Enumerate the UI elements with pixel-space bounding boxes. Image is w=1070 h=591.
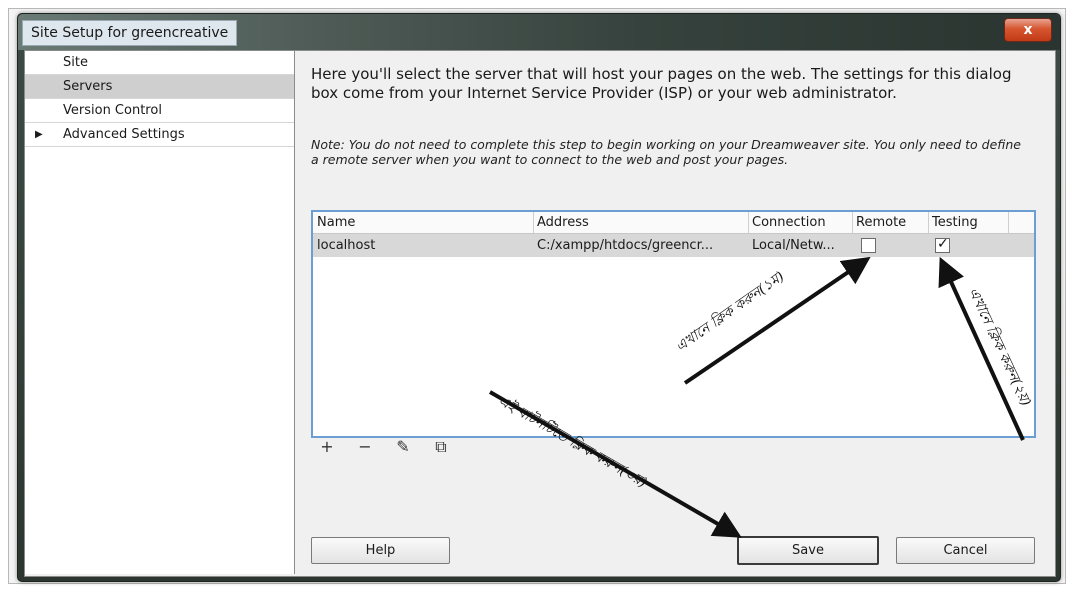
plus-icon[interactable]: +	[317, 437, 337, 457]
close-button[interactable]: x	[1004, 18, 1052, 42]
server-table: Name Address Connection Remote Testing l…	[311, 210, 1036, 438]
sidebar-item-servers[interactable]: Servers	[25, 75, 294, 99]
cancel-button[interactable]: Cancel	[896, 537, 1035, 564]
column-header-remote[interactable]: Remote	[852, 212, 929, 233]
column-header-connection[interactable]: Connection	[748, 212, 853, 233]
sidebar-item-label: Advanced Settings	[63, 127, 185, 142]
category-sidebar: Site Servers Version Control ▶ Advanced …	[25, 51, 295, 574]
pencil-icon[interactable]: ✎	[393, 437, 413, 457]
checkmark-icon: ✓	[937, 236, 949, 252]
cell-address: C:/xampp/htdocs/greencr...	[537, 238, 714, 253]
table-header: Name Address Connection Remote Testing	[313, 212, 1034, 234]
table-row[interactable]: localhost C:/xampp/htdocs/greencr... Loc…	[313, 234, 1034, 257]
help-button[interactable]: Help	[311, 537, 450, 564]
column-header-name[interactable]: Name	[313, 212, 534, 233]
title-bar: Site Setup for greencreative x	[18, 14, 1060, 50]
sidebar-item-version-control[interactable]: Version Control	[25, 99, 294, 123]
dialog-body: Site Servers Version Control ▶ Advanced …	[24, 50, 1056, 577]
cell-name: localhost	[317, 238, 376, 253]
column-header-testing[interactable]: Testing	[928, 212, 1009, 233]
sidebar-item-site[interactable]: Site	[25, 51, 294, 75]
sidebar-item-advanced-settings[interactable]: ▶ Advanced Settings	[25, 123, 294, 147]
window-title: Site Setup for greencreative	[22, 20, 238, 46]
testing-checkbox[interactable]: ✓	[935, 236, 950, 253]
sidebar-item-label: Site	[63, 55, 88, 70]
intro-text: Here you'll select the server that will …	[311, 65, 1012, 102]
remote-checkbox[interactable]	[861, 238, 876, 253]
sidebar-item-label: Version Control	[63, 103, 162, 118]
minus-icon[interactable]: −	[355, 437, 375, 457]
column-header-address[interactable]: Address	[533, 212, 749, 233]
servers-panel: Here you'll select the server that will …	[311, 51, 1041, 574]
expand-arrow-icon[interactable]: ▶	[35, 123, 43, 146]
site-setup-dialog: Site Setup for greencreative x Site Serv…	[17, 13, 1061, 582]
save-button[interactable]: Save	[737, 536, 879, 565]
sidebar-item-label: Servers	[63, 79, 113, 94]
note-text: Note: You do not need to complete this s…	[311, 137, 1021, 167]
duplicate-icon[interactable]: ⧉	[431, 437, 451, 457]
cell-connection: Local/Netw...	[752, 238, 835, 253]
